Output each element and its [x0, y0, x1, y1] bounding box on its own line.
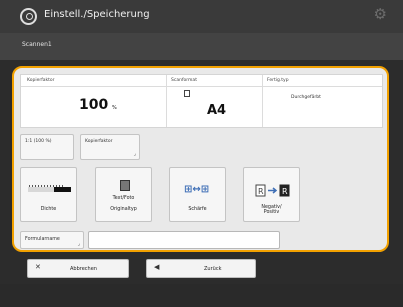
cancel-label: Abbrechen — [70, 266, 97, 272]
column-label-finishing: Fertig.typ — [267, 78, 289, 83]
svg-text:R: R — [258, 187, 264, 196]
column-label-scan-size: Scanformat — [171, 78, 197, 83]
zoom-value: 100 — [79, 97, 109, 113]
density-button[interactable]: Dichte — [20, 167, 77, 222]
form-name-button[interactable]: Formularname ⌟ — [20, 231, 84, 249]
form-name-label: Formularname — [25, 237, 60, 242]
copy-ratio-label: Kopierfaktor — [85, 139, 113, 144]
sharpness-label: Schärfe — [188, 207, 207, 213]
negative-positive-button[interactable]: R R Negativ/ Positiv — [243, 167, 300, 222]
app-title: Einstell./Speicherung — [44, 9, 150, 20]
divider — [166, 75, 167, 127]
original-type-caption: Text/Foto — [112, 196, 135, 201]
column-label-zoom: Kopierfaktor — [27, 78, 55, 83]
divider — [262, 75, 263, 127]
title-bar: Einstell./Speicherung ⚙ — [0, 0, 403, 33]
zoom-1-1-label: 1:1 (100 %) — [25, 139, 52, 144]
sharpness-button[interactable]: ⊞↔⊞ Schärfe — [169, 167, 226, 222]
subtitle-bar: Scannen1 — [0, 33, 403, 60]
corner-arrow-icon: ⌟ — [77, 241, 80, 247]
svg-text:R: R — [282, 187, 288, 196]
gear-icon[interactable]: ⚙ — [374, 7, 387, 22]
corner-arrow-icon: ⌟ — [133, 151, 136, 157]
negative-positive-icon: R R — [255, 184, 290, 197]
back-button[interactable]: ◀ Zurück — [146, 259, 256, 278]
page-subtitle: Scannen1 — [22, 41, 52, 48]
zoom-unit: % — [112, 105, 117, 111]
scan-store-icon — [20, 8, 37, 25]
text-photo-icon — [120, 180, 130, 191]
sharpness-icon: ⊞↔⊞ — [184, 184, 210, 195]
paper-size: A4 — [207, 103, 227, 118]
arrow-left-icon: ◀ — [154, 263, 160, 271]
status-header: Kopierfaktor Scanformat Fertig.typ — [21, 75, 382, 87]
zoom-1-1-button[interactable]: 1:1 (100 %) — [20, 134, 74, 160]
footer-bar — [0, 284, 403, 307]
original-type-label: Originaltyp — [110, 207, 137, 213]
copy-ratio-button[interactable]: Kopierfaktor ⌟ — [80, 134, 140, 160]
finishing-value: Durchgefärbt — [291, 95, 321, 100]
back-label: Zurück — [204, 266, 222, 272]
paper-icon — [184, 90, 190, 97]
settings-panel: Kopierfaktor Scanformat Fertig.typ 100 %… — [12, 66, 389, 252]
negative-positive-label: Negativ/ Positiv — [261, 204, 282, 216]
density-icon — [28, 185, 71, 192]
form-name-input[interactable] — [88, 231, 280, 249]
close-icon: ✕ — [35, 263, 41, 271]
status-box: Kopierfaktor Scanformat Fertig.typ 100 %… — [20, 74, 383, 128]
original-type-button[interactable]: Text/Foto Originaltyp — [95, 167, 152, 222]
cancel-button[interactable]: ✕ Abbrechen — [27, 259, 129, 278]
density-label: Dichte — [40, 207, 57, 213]
